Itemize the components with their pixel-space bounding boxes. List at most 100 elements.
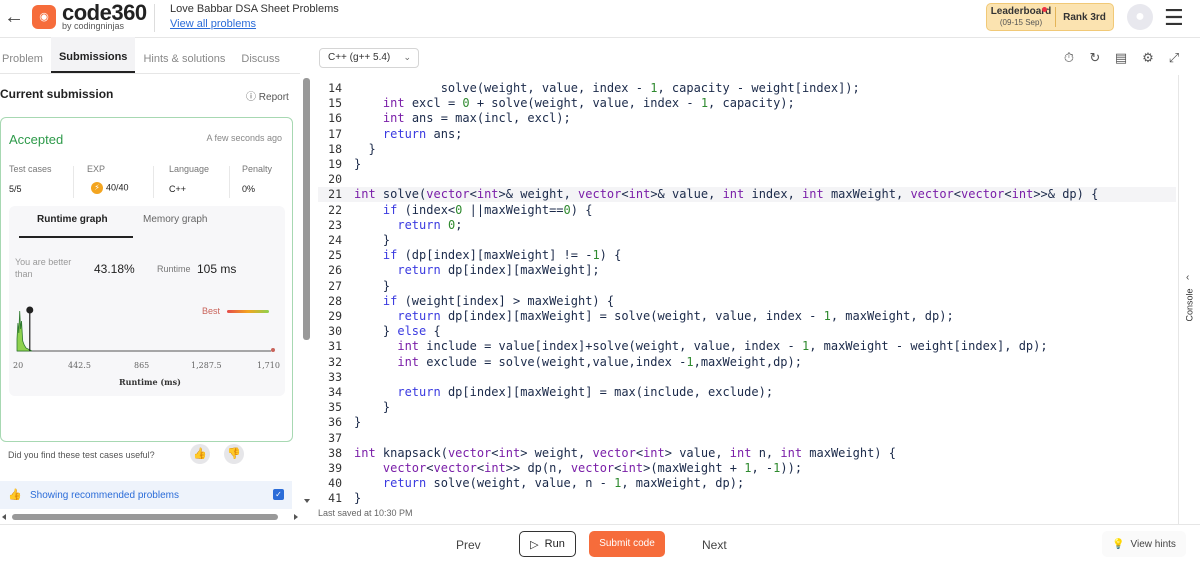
max-runtime-dot (271, 348, 275, 352)
code-line[interactable]: 34 return dp[index][maxWeight] = max(inc… (318, 385, 1176, 400)
language-select[interactable]: C++ (g++ 5.4) ⌄ (319, 48, 419, 68)
stat-label-test-cases: Test cases (9, 164, 52, 174)
avatar[interactable]: ● (1127, 4, 1153, 30)
code-text: } (354, 233, 391, 247)
code-line[interactable]: 30 } else { (318, 324, 1176, 339)
timer-icon[interactable]: ⏱ (1061, 50, 1077, 66)
code-line[interactable]: 40 return solve(weight, value, n - 1, ma… (318, 476, 1176, 491)
exp-value: 40/40 (106, 182, 129, 193)
code-text: } (354, 141, 376, 156)
line-number: 16 (328, 111, 342, 126)
code-line[interactable]: 20 (318, 172, 1176, 187)
code-line[interactable]: 16 int ans = max(incl, excl); (318, 111, 1176, 126)
notes-icon[interactable]: ▤ (1113, 50, 1129, 66)
code-line[interactable]: 41} (318, 491, 1176, 505)
code-line[interactable]: 25 if (dp[index][maxWeight] != -1) { (318, 248, 1176, 263)
language-select-value: C++ (g++ 5.4) (328, 52, 391, 63)
tab-hints-solutions[interactable]: Hints & solutions (135, 37, 233, 73)
thumbs-up-icon[interactable]: 👍 (190, 444, 210, 464)
line-number: 32 (328, 354, 342, 369)
code-line[interactable]: 28 if (weight[index] > maxWeight) { (318, 294, 1176, 309)
useful-question: Did you find these test cases useful? (8, 450, 155, 460)
tab-problem[interactable]: Problem (0, 37, 51, 73)
recommended-problems-bar[interactable]: 👍 Showing recommended problems ✓ (0, 481, 292, 509)
code-text: if (index<0 ||maxWeight==0) { (382, 202, 593, 217)
code-text: } (354, 400, 391, 415)
code-line[interactable]: 24 } (318, 233, 1176, 248)
thumbs-down-icon[interactable]: 👎 (224, 444, 244, 464)
reset-icon[interactable]: ↻ (1087, 50, 1103, 66)
console-tab[interactable]: Console (1185, 288, 1195, 321)
line-number: 14 (328, 81, 342, 95)
line-number: 30 (328, 324, 342, 339)
code-text: int include = value[index]+solve(weight,… (397, 339, 1048, 354)
report-button[interactable]: ⓘ Report (246, 88, 289, 103)
code-line[interactable]: 17 return ans; (318, 127, 1176, 142)
code-line[interactable]: 33 (318, 370, 1176, 385)
line-number: 22 (328, 202, 342, 217)
line-number: 41 (328, 491, 342, 505)
code-line[interactable]: 37 (318, 431, 1176, 446)
code-line[interactable]: 15 int excl = 0 + solve(weight, value, i… (318, 96, 1176, 111)
breadcrumb-title: Love Babbar DSA Sheet Problems (170, 3, 339, 15)
code-line[interactable]: 26 return dp[index][maxWeight]; (318, 263, 1176, 278)
code-text: if (dp[index][maxWeight] != -1) { (382, 248, 622, 263)
line-number: 40 (328, 476, 342, 491)
notification-dot (1042, 7, 1047, 12)
line-number: 25 (328, 248, 342, 263)
tab-submissions[interactable]: Submissions (50, 37, 136, 73)
coin-icon: ⚡ (91, 182, 103, 194)
lightbulb-icon: 💡 (1112, 538, 1125, 550)
settings-gear-icon[interactable]: ⚙ (1140, 50, 1156, 66)
code-line[interactable]: 32 int exclude = solve(weight,value,inde… (318, 355, 1176, 370)
hamburger-menu-icon[interactable]: ☰ (1164, 5, 1184, 31)
code-line[interactable]: 27 } (318, 279, 1176, 294)
next-button[interactable]: Next (702, 538, 727, 552)
code-line[interactable]: 22 if (index<0 ||maxWeight==0) { (318, 203, 1176, 218)
code-line[interactable]: 29 return dp[index][maxWeight] = solve(w… (318, 309, 1176, 324)
code-line[interactable]: 14 solve(weight, value, index - 1, capac… (318, 81, 1176, 96)
fullscreen-icon[interactable]: ⤢ (1166, 50, 1182, 66)
code-line[interactable]: 19} (318, 157, 1176, 172)
checkbox-checked-icon[interactable]: ✓ (273, 489, 284, 500)
code-line[interactable]: 31 int include = value[index]+solve(weig… (318, 339, 1176, 354)
stat-label-penalty: Penalty (242, 164, 273, 174)
prev-button[interactable]: Prev (456, 538, 481, 552)
line-number: 15 (328, 96, 342, 111)
problem-tabs: Problem Submissions Hints & solutions Di… (0, 37, 300, 74)
top-bar: ← ◉ code360 by codingninjas Love Babbar … (0, 0, 1200, 38)
runtime-marker-dot (26, 306, 34, 314)
play-icon: ▷ (530, 538, 539, 551)
code-line[interactable]: 23 return 0; (318, 218, 1176, 233)
view-hints-label: View hints (1130, 538, 1176, 550)
run-button[interactable]: ▷ Run (519, 531, 576, 557)
tab-discuss[interactable]: Discuss (233, 37, 288, 73)
code-line[interactable]: 39 vector<vector<int>> dp(n, vector<int>… (318, 461, 1176, 476)
code-line[interactable]: 35 } (318, 400, 1176, 415)
leaderboard-button[interactable]: Leaderboard (09-15 Sep) Rank 3rd (986, 3, 1114, 31)
bottom-action-bar: Prev ▷ Run Submit code Next 💡 View hints (0, 524, 1200, 562)
line-number: 39 (328, 461, 342, 475)
code-line[interactable]: 18 } (318, 142, 1176, 157)
vertical-scrollbar[interactable] (302, 75, 312, 525)
code-text: } (354, 157, 362, 171)
leaderboard-dates: (09-15 Sep) (999, 18, 1043, 27)
x-tick-label: 20 (13, 361, 24, 370)
horizontal-scrollbar[interactable] (0, 511, 300, 523)
view-hints-button[interactable]: 💡 View hints (1102, 531, 1186, 557)
code-line[interactable]: 36} (318, 415, 1176, 430)
view-all-problems-link[interactable]: View all problems (170, 18, 339, 30)
code-line[interactable]: 38 int knapsack(vector<int> weight, vecto… (318, 446, 1176, 461)
x-tick-label: 865 (134, 361, 150, 370)
code-text: return ans; (382, 126, 463, 141)
submit-code-button[interactable]: Submit code (589, 531, 665, 557)
logo[interactable]: ◉ code360 by codingninjas (32, 2, 147, 31)
line-number: 31 (328, 339, 342, 354)
code-editor[interactable]: 14 solve(weight, value, index - 1, capac… (318, 75, 1176, 505)
code-line[interactable]: 21 int solve(vector<int>& weight, vector<… (318, 187, 1176, 203)
chevron-left-icon[interactable]: ‹ (1186, 272, 1189, 283)
header-divider (154, 4, 155, 32)
x-tick-label: 1,287.5 (191, 361, 222, 370)
code-text: return 0; (397, 217, 463, 232)
back-arrow-icon[interactable]: ← (4, 6, 24, 29)
